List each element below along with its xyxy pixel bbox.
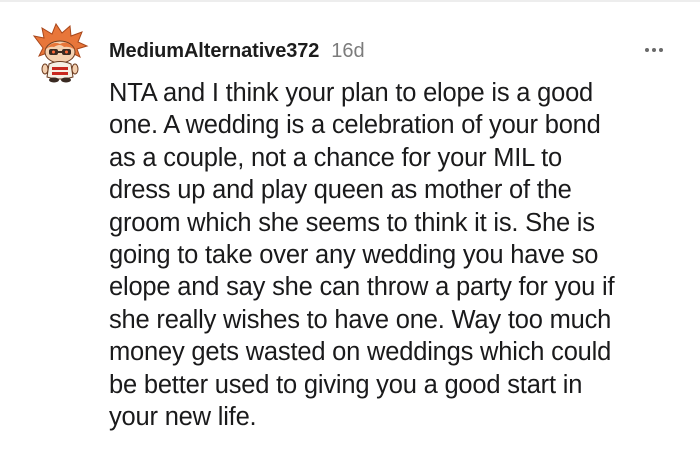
comment-age: 16d [331,39,365,62]
more-options-icon [644,48,665,52]
comment-line: dress up and play queen as mother of the [109,176,572,205]
comment: MediumAlternative372 16d NTA and I think… [0,0,700,449]
comment-line: your new life. [109,403,257,432]
avatar[interactable] [30,22,90,84]
comment-line: NTA and I think your plan to elope is a … [109,79,594,107]
comment-line: elope and say she can throw a party for … [109,273,615,302]
author-username[interactable]: MediumAlternative372 [109,40,319,63]
comment-line: she really wishes to have one. Way too m… [109,305,612,334]
comment-body: NTA and I think your plan to elope is a … [109,77,679,433]
comment-meta: MediumAlternative372 16d [109,38,365,64]
more-options-button[interactable] [636,38,672,62]
comment-line: groom which she seems to think it is. Sh… [109,208,595,237]
comment-line: be better used to giving you a good star… [109,370,583,399]
comment-line: going to take over any wedding you have … [109,241,599,270]
comment-line: money gets wasted on weddings which coul… [109,338,612,367]
comment-line: one. A wedding is a celebration of your … [109,111,601,140]
comment-line: as a couple, not a chance for your MIL t… [109,143,562,172]
snoo-avatar-icon [32,22,89,83]
